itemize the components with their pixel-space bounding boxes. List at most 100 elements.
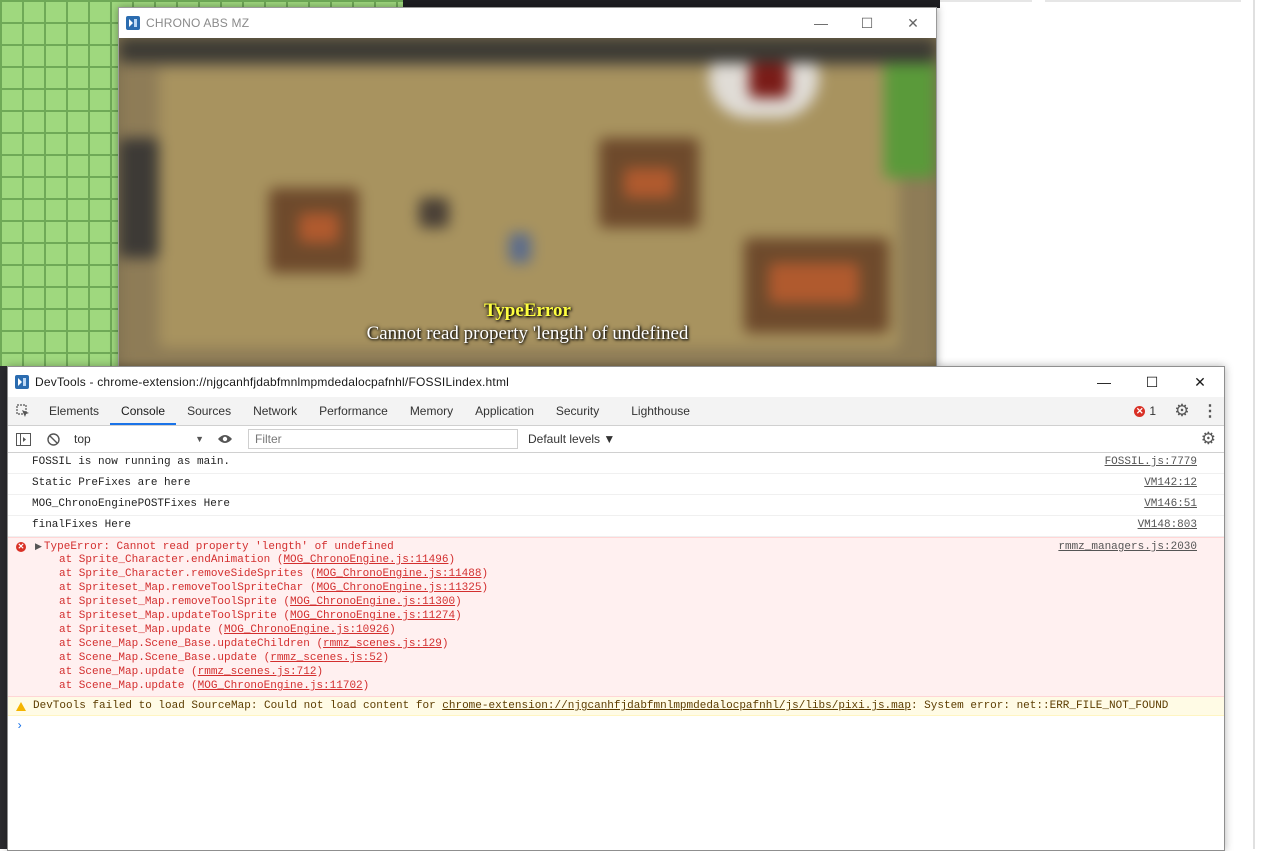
error-header[interactable]: ✕ ▶ TypeError: Cannot read property 'len…: [16, 541, 1197, 553]
log-message: Static PreFixes are here: [32, 477, 191, 489]
stack-frame-suffix: ): [382, 652, 390, 664]
context-selector[interactable]: top ▼: [68, 432, 210, 446]
stack-frame-link[interactable]: MOG_ChronoEngine.js:11274: [290, 610, 455, 622]
maximize-button[interactable]: ☐: [844, 8, 890, 38]
stack-frame-suffix: ): [481, 568, 489, 580]
stack-frame-text: at Spriteset_Map.updateToolSprite (: [59, 610, 291, 622]
log-row: MOG_ChronoEnginePOSTFixes Here VM146:51: [8, 495, 1224, 516]
clear-console-icon[interactable]: [38, 425, 68, 453]
maximize-button[interactable]: ☐: [1128, 367, 1176, 397]
log-source-link[interactable]: VM148:803: [1138, 519, 1197, 531]
game-titlebar[interactable]: CHRONO ABS MZ — ☐ ✕: [119, 8, 936, 38]
close-button[interactable]: ✕: [890, 8, 936, 38]
warning-prefix: DevTools failed to load SourceMap: Could…: [33, 700, 443, 712]
sidebar-toggle-icon[interactable]: [8, 425, 38, 453]
console-prompt[interactable]: ›: [8, 716, 1224, 736]
error-title: TypeError: [484, 300, 571, 321]
console-output[interactable]: FOSSIL is now running as main. FOSSIL.js…: [8, 453, 1224, 736]
stack-frame-link[interactable]: MOG_ChronoEngine.js:11702: [198, 680, 363, 692]
expand-triangle-icon[interactable]: ▶: [35, 542, 42, 552]
error-source-link[interactable]: rmmz_managers.js:2030: [1058, 541, 1197, 553]
stack-line: at Spriteset_Map.removeToolSprite (MOG_C…: [16, 595, 1197, 609]
minimize-button[interactable]: —: [1080, 367, 1128, 397]
stack-frame-text: at Spriteset_Map.update (: [59, 624, 225, 636]
tab-elements[interactable]: Elements: [38, 397, 110, 425]
warning-link[interactable]: chrome-extension://njgcanhfjdabfmnlmpmde…: [442, 700, 911, 712]
more-options-icon[interactable]: ⋮: [1196, 401, 1224, 421]
stack-frame-link[interactable]: MOG_ChronoEngine.js:11488: [316, 568, 481, 580]
stack-frame-link[interactable]: MOG_ChronoEngine.js:10926: [224, 624, 389, 636]
log-levels-dropdown[interactable]: Default levels ▼: [528, 432, 615, 446]
tab-application[interactable]: Application: [464, 397, 545, 425]
stack-line: at Scene_Map.update (MOG_ChronoEngine.js…: [16, 679, 1197, 693]
log-message: MOG_ChronoEnginePOSTFixes Here: [32, 498, 231, 510]
stack-line: at Scene_Map.update (rmmz_scenes.js:712): [16, 665, 1197, 679]
stack-line: at Spriteset_Map.update (MOG_ChronoEngin…: [16, 623, 1197, 637]
tab-lighthouse[interactable]: Lighthouse: [620, 397, 701, 425]
tab-console[interactable]: Console: [110, 397, 177, 425]
stack-trace: at Sprite_Character.endAnimation (MOG_Ch…: [16, 553, 1197, 693]
inspect-element-icon[interactable]: [8, 397, 38, 425]
stack-line: at Spriteset_Map.removeToolSpriteChar (M…: [16, 581, 1197, 595]
stack-frame-suffix: ): [448, 554, 456, 566]
stack-frame-suffix: ): [362, 680, 370, 692]
stack-frame-link[interactable]: MOG_ChronoEngine.js:11496: [283, 554, 448, 566]
stack-frame-text: at Spriteset_Map.removeToolSprite (: [59, 596, 291, 608]
context-value: top: [74, 432, 91, 446]
minimize-button[interactable]: —: [798, 8, 844, 38]
divider: [1045, 0, 1241, 2]
stack-frame-text: at Spriteset_Map.removeToolSpriteChar (: [59, 582, 317, 594]
stack-frame-link[interactable]: rmmz_scenes.js:712: [198, 666, 317, 678]
close-button[interactable]: ✕: [1176, 367, 1224, 397]
tab-memory[interactable]: Memory: [399, 397, 464, 425]
error-entry: ✕ ▶ TypeError: Cannot read property 'len…: [8, 537, 1224, 697]
log-message: finalFixes Here: [32, 519, 132, 531]
stack-frame-text: at Scene_Map.update (: [59, 666, 198, 678]
tab-network[interactable]: Network: [242, 397, 308, 425]
log-source-link[interactable]: FOSSIL.js:7779: [1105, 456, 1197, 468]
tab-sources[interactable]: Sources: [176, 397, 242, 425]
stack-frame-link[interactable]: rmmz_scenes.js:52: [270, 652, 382, 664]
settings-gear-icon[interactable]: ⚙: [1168, 401, 1196, 421]
error-icon: ✕: [16, 542, 26, 552]
error-head-text: TypeError: Cannot read property 'length'…: [43, 541, 394, 553]
warning-suffix: : System error: net::ERR_FILE_NOT_FOUND: [910, 700, 1169, 712]
divider: [1253, 0, 1255, 849]
stack-frame-suffix: ): [389, 624, 396, 636]
console-filterbar: top ▼ Default levels ▼ ⚙: [8, 426, 1224, 453]
stack-frame-link[interactable]: rmmz_scenes.js:129: [323, 638, 442, 650]
console-settings-gear-icon[interactable]: ⚙: [1201, 429, 1224, 449]
stack-frame-suffix: ): [481, 582, 489, 594]
filter-input[interactable]: [248, 429, 518, 449]
error-counter[interactable]: ✕ 1: [1134, 404, 1168, 418]
stack-frame-link[interactable]: MOG_ChronoEngine.js:11325: [316, 582, 481, 594]
devtools-window[interactable]: DevTools - chrome-extension://njgcanhfjd…: [7, 366, 1225, 851]
devtools-window-title: DevTools - chrome-extension://njgcanhfjd…: [35, 375, 510, 389]
tab-security[interactable]: Security: [545, 397, 610, 425]
game-window-title: CHRONO ABS MZ: [146, 16, 250, 30]
log-source-link[interactable]: VM142:12: [1144, 477, 1197, 489]
game-canvas[interactable]: TypeError Cannot read property 'length' …: [119, 38, 936, 368]
log-row: finalFixes Here VM148:803: [8, 516, 1224, 537]
devtools-titlebar[interactable]: DevTools - chrome-extension://njgcanhfjd…: [8, 367, 1224, 397]
tab-performance[interactable]: Performance: [308, 397, 399, 425]
tabbar-actions: ✕ 1 ⚙ ⋮: [1134, 397, 1224, 425]
live-expression-eye-icon[interactable]: [210, 425, 240, 453]
stack-frame-suffix: ): [455, 610, 462, 622]
log-source-link[interactable]: VM146:51: [1144, 498, 1197, 510]
warning-entry: DevTools failed to load SourceMap: Could…: [8, 697, 1224, 716]
stack-frame-text: at Sprite_Character.endAnimation (: [59, 554, 284, 566]
stack-frame-link[interactable]: MOG_ChronoEngine.js:11300: [290, 596, 455, 608]
error-icon: ✕: [1134, 405, 1146, 417]
stack-frame-text: at Scene_Map.Scene_Base.update (: [59, 652, 271, 664]
stack-frame-text: at Scene_Map.Scene_Base.updateChildren (: [59, 638, 324, 650]
prompt-chevron-icon: ›: [16, 719, 24, 733]
error-count: 1: [1149, 404, 1156, 418]
game-window[interactable]: CHRONO ABS MZ — ☐ ✕ TypeError Cannot rea…: [118, 7, 937, 369]
log-message: FOSSIL is now running as main.: [32, 456, 231, 468]
stack-line: at Sprite_Character.endAnimation (MOG_Ch…: [16, 553, 1197, 567]
stack-frame-text: at Sprite_Character.removeSideSprites (: [59, 568, 317, 580]
stack-line: at Spriteset_Map.updateToolSprite (MOG_C…: [16, 609, 1197, 623]
stack-line: at Scene_Map.Scene_Base.updateChildren (…: [16, 637, 1197, 651]
devtools-tabbar: Elements Console Sources Network Perform…: [8, 397, 1224, 426]
